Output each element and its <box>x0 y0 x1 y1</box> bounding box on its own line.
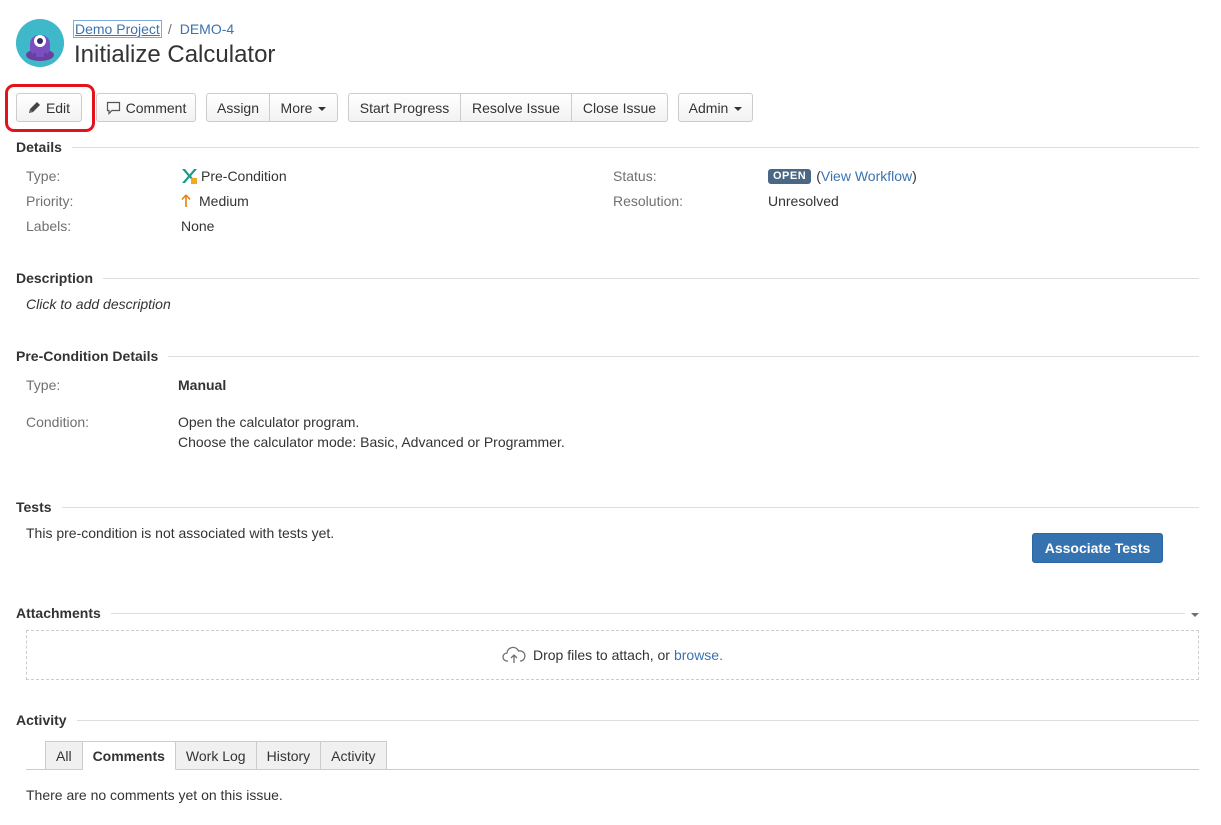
divider <box>71 146 1199 148</box>
tab-history[interactable]: History <box>256 741 322 770</box>
description-heading: Description <box>16 270 94 286</box>
precondition-type-value: Manual <box>178 377 227 393</box>
resolution-label: Resolution: <box>613 193 684 209</box>
admin-button-label: Admin <box>688 99 729 116</box>
assign-button-label: Assign <box>216 99 260 116</box>
tests-empty-message: This pre-condition is not associated wit… <box>26 525 335 541</box>
type-value-text: Pre-Condition <box>201 168 287 184</box>
resolve-issue-label: Resolve Issue <box>472 99 560 116</box>
chevron-down-icon <box>318 106 327 111</box>
start-progress-button[interactable]: Start Progress <box>348 93 461 122</box>
attachments-section-header[interactable]: Attachments <box>16 605 1199 621</box>
resolution-value: Unresolved <box>768 193 839 209</box>
issue-title[interactable]: Initialize Calculator <box>74 40 275 70</box>
close-issue-label: Close Issue <box>582 99 657 116</box>
description-section-header[interactable]: Description <box>16 270 1199 286</box>
precondition-section-header[interactable]: Pre-Condition Details <box>16 348 1199 364</box>
divider <box>103 277 1199 279</box>
divider <box>76 719 1199 721</box>
attachments-heading: Attachments <box>16 605 101 621</box>
priority-label: Priority: <box>26 193 74 209</box>
tab-activity[interactable]: Activity <box>321 741 387 770</box>
view-workflow-link[interactable]: View Workflow <box>821 168 912 184</box>
divider <box>110 612 1185 614</box>
type-label: Type: <box>26 168 61 184</box>
status-badge: OPEN <box>768 168 812 184</box>
activity-section-header[interactable]: Activity <box>16 712 1199 728</box>
close-issue-button[interactable]: Close Issue <box>572 93 668 122</box>
edit-highlight-annotation <box>5 84 95 132</box>
breadcrumb-project-link[interactable]: Demo Project <box>73 20 162 38</box>
condition-label: Condition: <box>26 414 90 430</box>
status-label: Status: <box>613 168 657 184</box>
comment-button[interactable]: Comment <box>96 93 196 122</box>
condition-line-2: Choose the calculator mode: Basic, Advan… <box>178 434 565 450</box>
details-section-header[interactable]: Details <box>16 139 1199 155</box>
paren-close: ) <box>912 168 917 184</box>
no-comments-message: There are no comments yet on this issue. <box>26 787 283 803</box>
browse-link[interactable]: browse. <box>674 647 723 663</box>
resolve-issue-button[interactable]: Resolve Issue <box>461 93 572 122</box>
description-placeholder[interactable]: Click to add description <box>26 296 171 312</box>
comment-button-label: Comment <box>125 99 187 116</box>
details-heading: Details <box>16 139 62 155</box>
more-button-label: More <box>280 99 313 116</box>
start-progress-label: Start Progress <box>359 99 450 116</box>
priority-value: Medium <box>181 193 249 209</box>
precondition-type-label: Type: <box>26 377 61 393</box>
tab-comments[interactable]: Comments <box>82 741 176 770</box>
arrow-up-icon <box>181 194 191 208</box>
priority-value-text: Medium <box>199 193 249 209</box>
admin-dropdown-button[interactable]: Admin <box>678 93 753 122</box>
tab-all[interactable]: All <box>45 741 83 770</box>
breadcrumb-separator: / <box>167 21 172 37</box>
attachment-dropzone[interactable]: Drop files to attach, or browse. <box>26 630 1199 680</box>
chevron-down-icon[interactable] <box>1191 613 1199 617</box>
status-value: OPEN ( View Workflow ) <box>768 168 917 184</box>
assign-button[interactable]: Assign <box>206 93 270 122</box>
cloud-upload-icon <box>502 646 526 664</box>
divider <box>61 506 1199 508</box>
more-dropdown-button[interactable]: More <box>270 93 338 122</box>
activity-heading: Activity <box>16 712 67 728</box>
tab-work-log[interactable]: Work Log <box>175 741 257 770</box>
divider <box>168 355 1199 357</box>
activity-tabs: All Comments Work Log History Activity <box>45 741 387 770</box>
labels-value[interactable]: None <box>181 218 214 234</box>
comment-icon <box>106 101 121 115</box>
type-value: Pre-Condition <box>181 168 287 184</box>
chevron-down-icon <box>734 106 743 111</box>
labels-label: Labels: <box>26 218 72 234</box>
breadcrumb: Demo Project / DEMO-4 <box>73 20 234 38</box>
precondition-type-icon <box>181 168 197 184</box>
tests-section-header[interactable]: Tests <box>16 499 1199 515</box>
tests-heading: Tests <box>16 499 52 515</box>
associate-tests-button[interactable]: Associate Tests <box>1032 533 1163 563</box>
project-avatar[interactable] <box>16 19 64 67</box>
condition-line-1: Open the calculator program. <box>178 414 360 430</box>
precondition-heading: Pre-Condition Details <box>16 348 159 364</box>
drop-files-text: Drop files to attach, or <box>533 647 670 663</box>
breadcrumb-issue-key-link[interactable]: DEMO-4 <box>180 21 234 37</box>
